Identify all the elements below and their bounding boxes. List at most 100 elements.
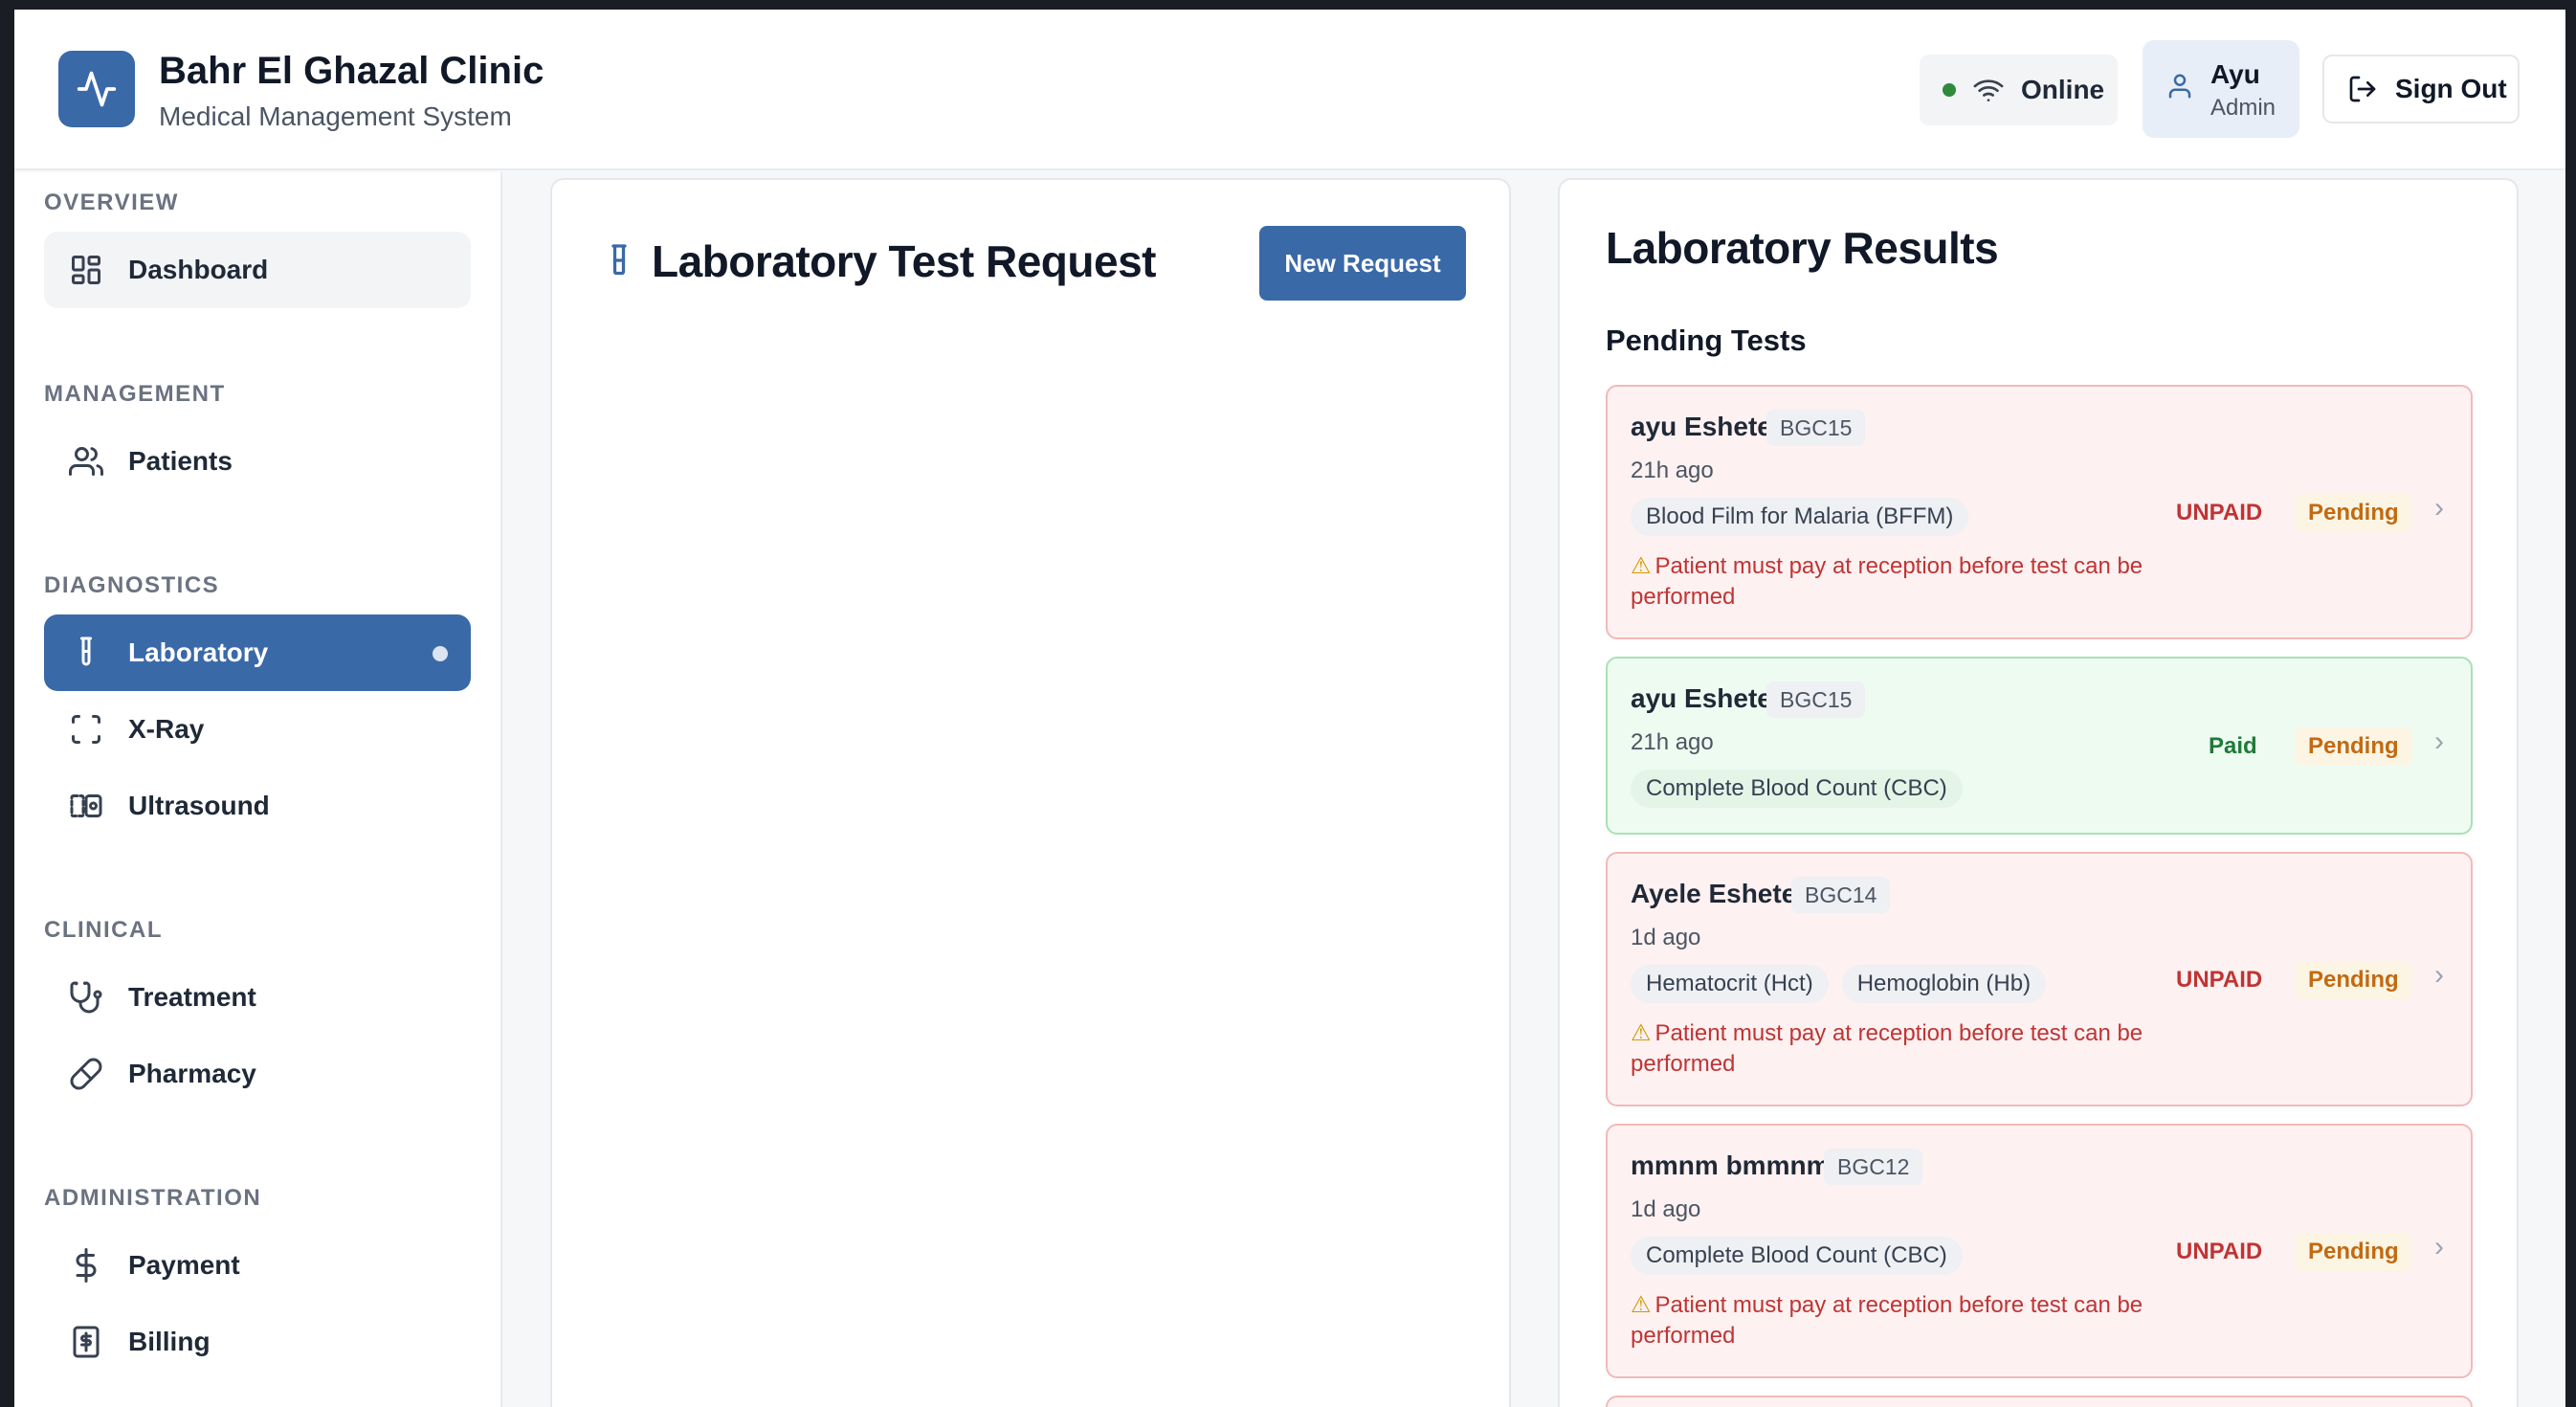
test-chip: Complete Blood Count (CBC) <box>1631 770 1963 808</box>
users-icon <box>65 440 107 482</box>
payment-warning: ⚠ Patient must pay at reception before te… <box>1631 1290 2166 1351</box>
patient-name: ayu Eshete <box>1631 412 1772 441</box>
ultrasound-icon <box>65 785 107 827</box>
lab-results-panel: Laboratory Results Pending Tests ayu Esh… <box>1558 178 2519 1407</box>
sign-out-button[interactable]: Sign Out <box>2322 55 2520 123</box>
sidebar-item-label: Ultrasound <box>128 791 270 820</box>
warning-text: Patient must pay at reception before tes… <box>1631 1292 2143 1349</box>
lab-request-title: Laboratory Test Request <box>652 236 1156 286</box>
chevron-right-icon: › <box>2434 492 2444 524</box>
time-ago: 1d ago <box>1631 1196 1701 1222</box>
time-ago: 1d ago <box>1631 925 1701 950</box>
test-chip: Hemoglobin (Hb) <box>1841 965 2047 1003</box>
active-indicator <box>433 646 448 661</box>
test-list: Hematocrit (Hct) Hemoglobin (Hb) <box>1631 965 2047 1003</box>
test-list: Complete Blood Count (CBC) <box>1631 770 1963 808</box>
section-clinical: CLINICAL <box>44 917 163 943</box>
payment-status: UNPAID <box>2176 1239 2263 1264</box>
activity-icon <box>58 51 135 127</box>
test-chip: Blood Film for Malaria (BFFM) <box>1631 498 1969 536</box>
time-ago: 21h ago <box>1631 729 1714 755</box>
sidebar-item-label: Treatment <box>128 982 256 1012</box>
pending-test-card[interactable]: mmnm bmmnm BGC12 1d ago Complete Blood C… <box>1606 1124 2473 1378</box>
payment-status: UNPAID <box>2176 500 2263 525</box>
section-management: MANAGEMENT <box>44 381 226 407</box>
pending-test-card[interactable] <box>1606 1396 2473 1407</box>
status-label: Online <box>2021 75 2105 104</box>
patient-id-badge: BGC15 <box>1766 681 1866 718</box>
payment-status: UNPAID <box>2176 967 2263 993</box>
sidebar-item-label: Dashboard <box>128 255 269 284</box>
payment-status: Paid <box>2209 733 2257 759</box>
status-badge: Pending <box>2295 727 2412 766</box>
status-badge: Pending <box>2295 1233 2412 1271</box>
status-badge: Pending <box>2295 494 2412 532</box>
receipt-icon <box>65 1321 107 1363</box>
sidebar-item-pharmacy[interactable]: Pharmacy <box>44 1036 471 1112</box>
sidebar-item-label: Payment <box>128 1250 240 1280</box>
lab-results-title: Laboratory Results <box>1606 223 1999 273</box>
dollar-sign-icon <box>65 1244 107 1286</box>
test-tube-icon <box>602 243 636 282</box>
pending-test-card[interactable]: ayu Eshete BGC15 21h ago Blood Film for … <box>1606 385 2473 639</box>
sidebar-item-xray[interactable]: X-Ray <box>44 691 471 768</box>
patient-name: ayu Eshete <box>1631 683 1772 713</box>
user-role: Admin <box>2210 95 2276 121</box>
warning-text: Patient must pay at reception before tes… <box>1631 553 2143 610</box>
pending-test-card[interactable]: Ayele Eshete BGC14 1d ago Hematocrit (Hc… <box>1606 852 2473 1106</box>
sidebar-item-laboratory[interactable]: Laboratory <box>44 614 471 691</box>
status-badge: Pending <box>2295 961 2412 999</box>
sidebar-item-payment[interactable]: Payment <box>44 1227 471 1304</box>
pill-icon <box>65 1053 107 1095</box>
sidebar-item-billing[interactable]: Billing <box>44 1304 471 1380</box>
test-chip: Hematocrit (Hct) <box>1631 965 1829 1003</box>
test-tube-icon <box>65 632 107 674</box>
sidebar-item-label: Pharmacy <box>128 1059 256 1088</box>
status-dot <box>1943 83 1956 97</box>
app-window: Bahr El Ghazal Clinic Medical Management… <box>14 10 2565 1407</box>
layout-grid-icon <box>65 249 107 291</box>
patient-id-badge: BGC14 <box>1791 877 1891 913</box>
sidebar-item-label: Patients <box>128 446 233 476</box>
clinic-subtitle: Medical Management System <box>159 101 512 131</box>
sidebar-item-ultrasound[interactable]: Ultrasound <box>44 768 471 844</box>
chevron-right-icon: › <box>2434 959 2444 991</box>
scan-icon <box>65 708 107 750</box>
sign-out-label: Sign Out <box>2395 74 2507 103</box>
lab-request-panel: Laboratory Test Request New Request <box>550 178 1511 1407</box>
time-ago: 21h ago <box>1631 458 1714 483</box>
stethoscope-icon <box>65 976 107 1018</box>
section-diagnostics: DIAGNOSTICS <box>44 572 220 598</box>
top-header: Bahr El Ghazal Clinic Medical Management… <box>14 10 2565 170</box>
warning-icon: ⚠ <box>1631 1292 1652 1318</box>
patient-id-badge: BGC15 <box>1766 410 1866 446</box>
log-out-icon <box>2349 76 2376 102</box>
section-overview: OVERVIEW <box>44 190 179 215</box>
test-chip: Complete Blood Count (CBC) <box>1631 1237 1963 1275</box>
sidebar-item-treatment[interactable]: Treatment <box>44 959 471 1036</box>
sidebar-item-label: Billing <box>128 1327 211 1356</box>
warning-icon: ⚠ <box>1631 553 1652 579</box>
pending-test-card[interactable]: ayu Eshete BGC15 21h ago Complete Blood … <box>1606 657 2473 835</box>
clinic-title: Bahr El Ghazal Clinic <box>159 50 544 92</box>
patient-name: mmnm bmmnm <box>1631 1150 1831 1180</box>
chevron-right-icon: › <box>2434 1231 2444 1262</box>
chevron-right-icon: › <box>2434 726 2444 757</box>
connection-status: Online <box>1920 55 2118 125</box>
wifi-icon <box>1973 79 2004 101</box>
test-list: Complete Blood Count (CBC) <box>1631 1237 1963 1275</box>
patient-name: Ayele Eshete <box>1631 879 1797 908</box>
user-profile[interactable]: Ayu Admin <box>2143 40 2299 138</box>
payment-warning: ⚠ Patient must pay at reception before te… <box>1631 1018 2166 1080</box>
new-request-button[interactable]: New Request <box>1259 226 1466 301</box>
sidebar-item-patients[interactable]: Patients <box>44 423 471 500</box>
warning-text: Patient must pay at reception before tes… <box>1631 1020 2143 1077</box>
patient-id-badge: BGC12 <box>1824 1149 1923 1185</box>
payment-warning: ⚠ Patient must pay at reception before te… <box>1631 551 2166 613</box>
user-icon <box>2168 74 2191 99</box>
sidebar: OVERVIEW Dashboard MANAGEMENT Patients D… <box>14 172 502 1407</box>
warning-icon: ⚠ <box>1631 1020 1652 1046</box>
test-list: Blood Film for Malaria (BFFM) <box>1631 498 1969 536</box>
section-administration: ADMINISTRATION <box>44 1185 262 1211</box>
sidebar-item-dashboard[interactable]: Dashboard <box>44 232 471 308</box>
